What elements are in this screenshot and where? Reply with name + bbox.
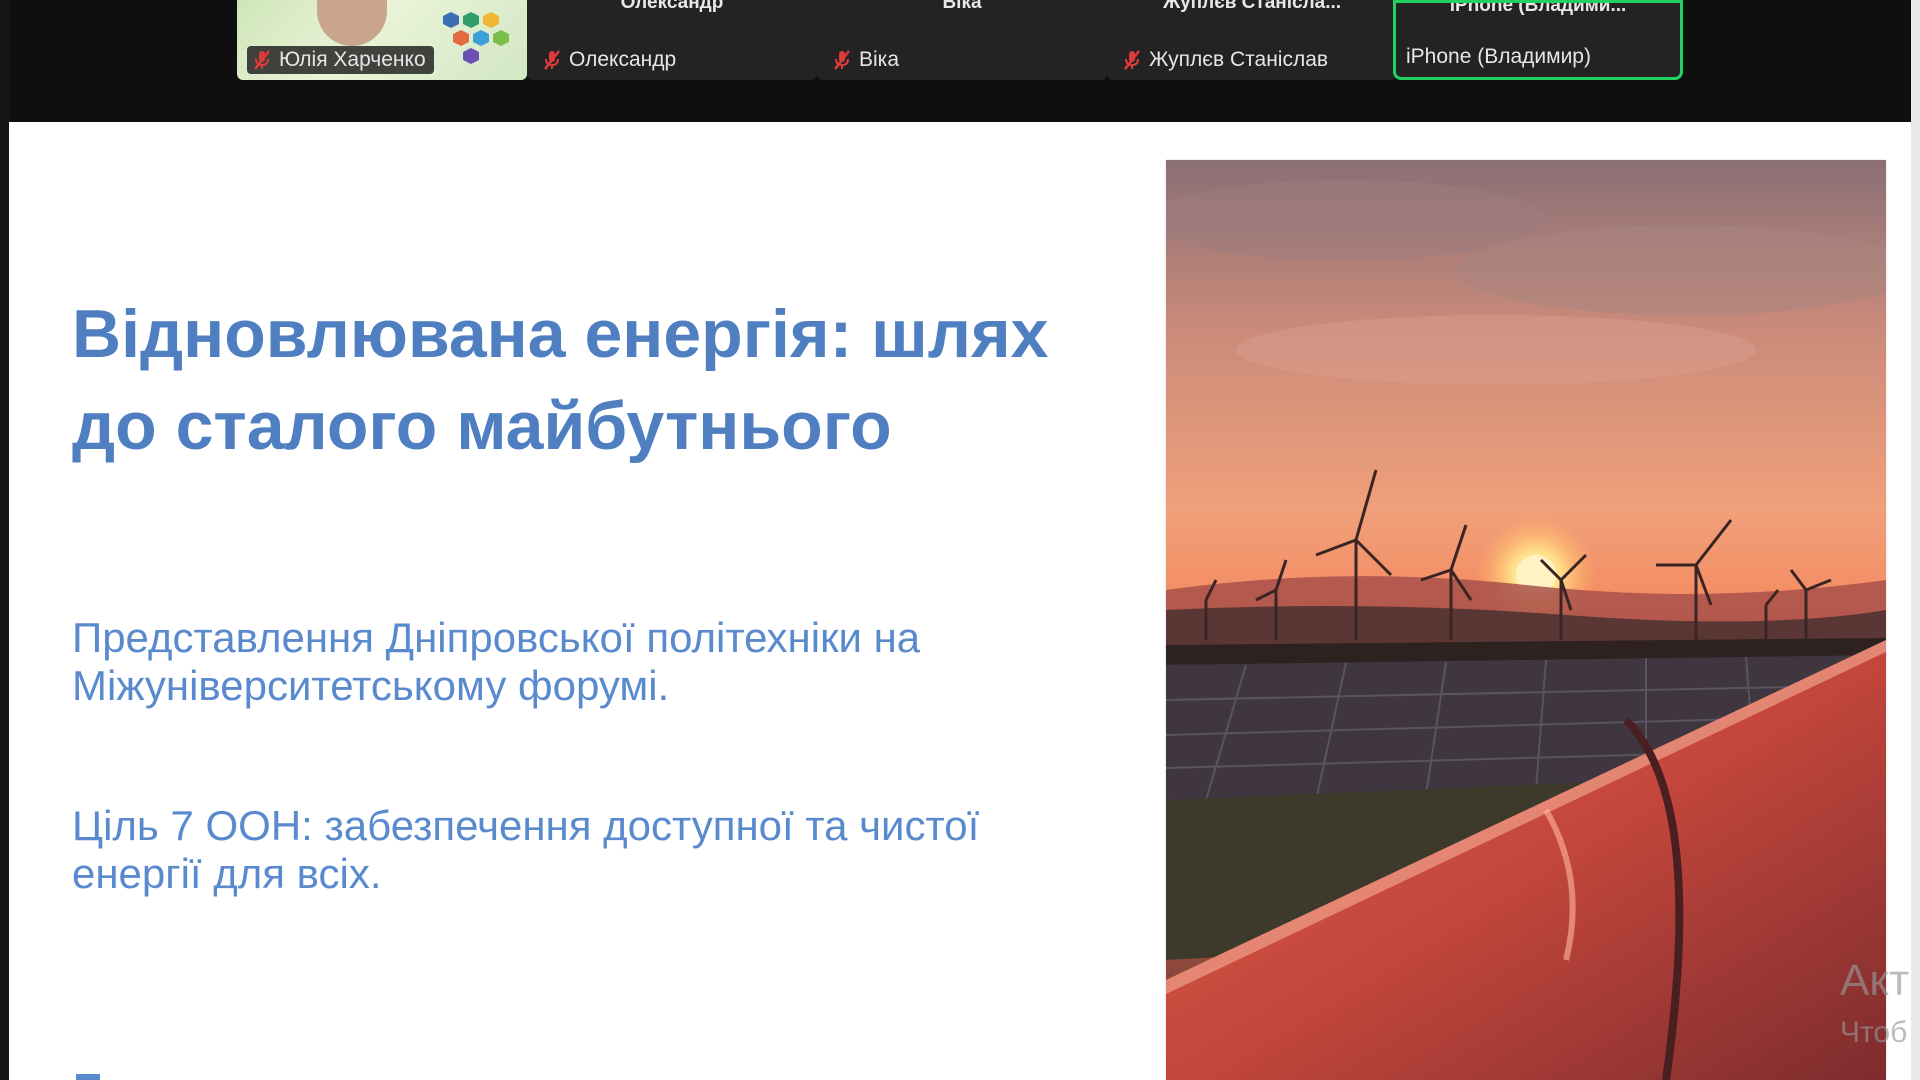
participant-name: Віка xyxy=(859,48,900,71)
participant-tile-vika[interactable]: Віка Віка xyxy=(817,0,1107,80)
left-edge xyxy=(0,0,9,1080)
participant-name: iPhone (Владимир) xyxy=(1406,45,1591,68)
participant-tile-oleksandr[interactable]: Олександр Олександр xyxy=(527,0,817,80)
participant-display-name: Олександр xyxy=(620,0,724,13)
mic-muted-icon xyxy=(544,50,560,70)
participant-display-name: Віка xyxy=(942,0,982,13)
participant-name: Юлія Харченко xyxy=(279,48,426,71)
right-edge xyxy=(1911,0,1920,1080)
mic-muted-icon xyxy=(834,50,850,70)
participant-tile-zhupliev[interactable]: Жуплєв Станісла... Жуплєв Станіслав xyxy=(1107,0,1397,80)
windows-activation-watermark: Акт Чтоб xyxy=(1840,955,1920,1059)
participant-name-tag: Юлія Харченко xyxy=(247,46,434,74)
mic-muted-icon xyxy=(254,50,270,70)
slide-title: Відновлювана енергія: шлях до сталого ма… xyxy=(72,296,1049,464)
slide-photo-renewable-energy xyxy=(1166,160,1886,1080)
participant-tile-iphone-active-speaker[interactable]: iPhone (Владими... iPhone (Владимир) xyxy=(1393,0,1683,80)
participant-name-tag: Олександр xyxy=(537,46,685,74)
participant-strip: Юлія Харченко Олександр Олександр Віка В… xyxy=(9,0,1911,122)
slide-subtitle-forum: Представлення Дніпровської політехніки н… xyxy=(72,614,921,709)
sunset-wind-solar-image xyxy=(1166,160,1886,1080)
participant-display-name: Жуплєв Станісла... xyxy=(1162,0,1342,13)
participant-tile-yulia[interactable]: Юлія Харченко xyxy=(237,0,527,80)
participant-name-tag: Жуплєв Станіслав xyxy=(1117,46,1337,74)
mic-muted-icon xyxy=(1124,50,1140,70)
participant-name-tag: Віка xyxy=(827,46,908,74)
cut-off-text-fragment xyxy=(76,1074,100,1080)
participant-name: Олександр xyxy=(569,48,677,71)
screen-capture: Юлія Харченко Олександр Олександр Віка В… xyxy=(0,0,1920,1080)
participant-name: Жуплєв Станіслав xyxy=(1149,48,1329,71)
background-hexagons-icon xyxy=(443,12,509,64)
participant-video xyxy=(317,0,387,46)
watermark-line-2: Чтоб xyxy=(1840,1016,1908,1049)
watermark-line-1: Акт xyxy=(1840,956,1910,1005)
participant-display-name: iPhone (Владими... xyxy=(1449,0,1627,16)
slide-subtitle-un-goal: Ціль 7 ООН: забезпечення доступної та чи… xyxy=(72,802,980,897)
participant-name-tag: iPhone (Владимир) xyxy=(1400,43,1599,71)
